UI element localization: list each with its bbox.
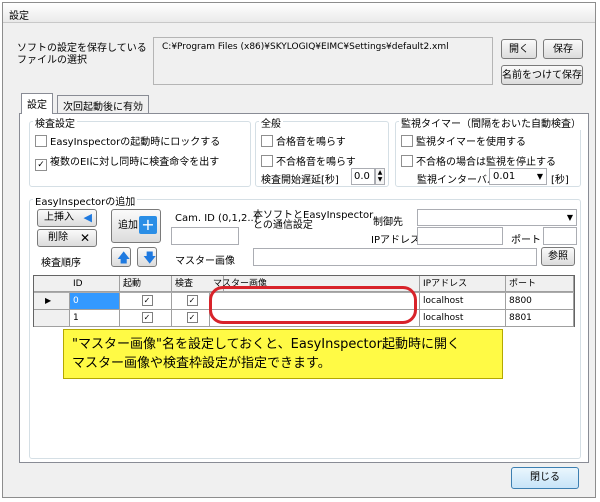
table-cell-port[interactable]: 8800 [506, 293, 574, 310]
checkbox-box: ✓ [186, 312, 198, 323]
simultaneous-checkbox[interactable]: ✓ 複数のEIに対し同時に検査命令を出す [35, 153, 219, 171]
checkbox-box [261, 135, 273, 147]
table-cell-start[interactable]: ✓ [120, 310, 172, 327]
cam-id-input[interactable] [171, 227, 239, 245]
move-down-button[interactable]: 🡇 [137, 247, 157, 267]
annotation-callout: "マスター画像"名を設定しておくと、EasyInspector起動時に開く マス… [63, 329, 503, 379]
highlight-ring [209, 286, 417, 324]
cam-id-label: Cam. ID (0,1,2..) [175, 213, 258, 224]
comm-label-2: との通信設定 [253, 220, 313, 231]
plus-icon: + [139, 216, 157, 234]
column-header-start[interactable]: 起動 [120, 276, 172, 292]
chevron-down-icon: ▼ [536, 172, 543, 181]
column-header-port[interactable]: ポート [506, 276, 574, 292]
move-up-button[interactable]: 🡅 [111, 247, 131, 267]
column-header-ip[interactable]: IPアドレス [420, 276, 506, 292]
row-selector[interactable]: ▶ [34, 293, 70, 310]
column-header-id[interactable]: ID [70, 276, 120, 292]
row-selector[interactable] [34, 310, 70, 327]
arrow-left-icon: ◀ [83, 211, 92, 224]
table-cell-port[interactable]: 8801 [506, 310, 574, 327]
annotation-line-2: マスター画像や検査枠設定が指定できます。 [72, 356, 331, 371]
insert-up-button[interactable]: 上挿入 ◀ [37, 209, 97, 227]
order-label: 検査順序 [41, 258, 81, 269]
stop-on-fail-checkbox[interactable]: 不合格の場合は監視を停止する [401, 153, 556, 168]
arrow-down-icon: 🡇 [143, 251, 157, 266]
master-image-input[interactable] [253, 248, 537, 266]
ip-input[interactable] [417, 227, 503, 245]
save-button[interactable]: 保存 [543, 39, 583, 59]
checkbox-box [401, 155, 413, 167]
checkbox-box [35, 135, 47, 147]
fail-sound-checkbox[interactable]: 不合格音を鳴らす [261, 153, 356, 168]
lock-on-start-checkbox[interactable]: EasyInspectorの起動時にロックする [35, 133, 220, 148]
table-cell-start[interactable]: ✓ [120, 293, 172, 310]
checkbox-box [261, 155, 273, 167]
table-cell-id[interactable]: 1 [70, 310, 120, 327]
table-cell-ip[interactable]: localhost [420, 293, 506, 310]
inspection-group-title: 検査設定 [33, 115, 77, 130]
control-select[interactable]: ▼ [417, 209, 577, 226]
delay-label: 検査開始遅延[秒] [261, 175, 339, 186]
file-path-text: C:¥Program Files (x86)¥SKYLOGIQ¥EIMC¥Set… [162, 42, 449, 52]
close-icon: ✕ [79, 231, 90, 245]
master-image-label: マスター画像 [175, 256, 235, 267]
delay-input[interactable]: 0.0 [351, 168, 375, 185]
table-cell-inspect[interactable]: ✓ [172, 293, 210, 310]
window-title: 設定 [9, 11, 29, 22]
pass-sound-checkbox[interactable]: 合格音を鳴らす [261, 133, 346, 148]
close-button[interactable]: 閉じる [511, 467, 579, 489]
checkbox-box: ✓ [141, 295, 153, 306]
port-input[interactable] [543, 227, 577, 245]
monitor-group-title: 監視タイマー（間隔をおいた自動検査） [399, 115, 583, 130]
general-group-title: 全般 [259, 115, 283, 130]
ip-label: IPアドレス [371, 235, 420, 246]
checkbox-box: ✓ [35, 159, 47, 171]
control-label: 制御先 [373, 217, 403, 228]
settings-window: 設定 ソフトの設定を保存している ファイルの選択 C:¥Program File… [2, 2, 596, 498]
file-path-box: C:¥Program Files (x86)¥SKYLOGIQ¥EIMC¥Set… [153, 37, 493, 85]
add-button[interactable]: 追加 + [111, 209, 161, 243]
current-row-icon: ▶ [45, 296, 52, 305]
use-timer-checkbox[interactable]: 監視タイマーを使用する [401, 133, 526, 148]
table-cell-inspect[interactable]: ✓ [172, 310, 210, 327]
checkbox-box [401, 135, 413, 147]
save-as-button[interactable]: 名前をつけて保存 [501, 65, 583, 85]
delete-button[interactable]: 削除 ✕ [37, 229, 97, 247]
add-group-title: EasyInspectorの追加 [33, 193, 138, 208]
table-cell-id[interactable]: 0 [70, 293, 120, 310]
tab-next-launch[interactable]: 次回起動後に有効 [57, 95, 149, 113]
annotation-line-1: "マスター画像"名を設定しておくと、EasyInspector起動時に開く [72, 337, 460, 352]
interval-select[interactable]: 0.01 ▼ [489, 168, 547, 185]
interval-unit: [秒] [551, 175, 569, 186]
delay-spin-icon[interactable]: ▲ ▼ [375, 168, 385, 185]
file-select-label-2: ファイルの選択 [17, 55, 87, 66]
browse-button[interactable]: 参照 [541, 247, 575, 266]
table-cell-ip[interactable]: localhost [420, 310, 506, 327]
checkbox-box: ✓ [141, 312, 153, 323]
chevron-down-icon: ▼ [566, 213, 573, 222]
arrow-up-icon: 🡅 [117, 251, 131, 266]
port-label: ポート [511, 235, 541, 246]
tab-settings[interactable]: 設定 [21, 93, 53, 114]
checkbox-box: ✓ [186, 295, 198, 306]
interval-label: 監視インターバル [417, 175, 497, 186]
open-button[interactable]: 開く [501, 39, 537, 59]
title-bar: 設定 [3, 3, 595, 23]
